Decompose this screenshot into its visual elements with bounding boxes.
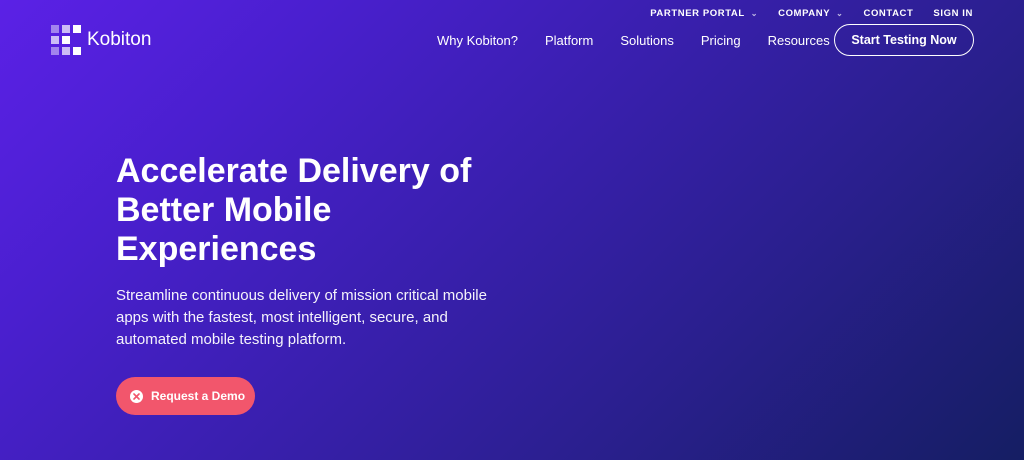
company-label: COMPANY [778,8,831,19]
nav-platform[interactable]: Platform [545,33,593,48]
main-nav: Why Kobiton? Platform Solutions Pricing … [437,33,830,48]
request-demo-button[interactable]: Request a Demo [116,377,255,415]
chevron-down-icon: ⌄ [750,9,759,18]
partner-portal-link[interactable]: PARTNER PORTAL ⌄ [650,8,758,19]
brand-name: Kobiton [87,29,152,50]
hero-subtitle-line: apps with the fastest, most intelligent,… [116,309,448,326]
contact-label: CONTACT [863,8,914,19]
partner-portal-label: PARTNER PORTAL [650,8,745,19]
nav-pricing[interactable]: Pricing [701,33,741,48]
hero-title-line: Experiences [116,230,317,268]
company-link[interactable]: COMPANY ⌄ [778,8,843,19]
hero-subtitle-line: automated mobile testing platform. [116,331,347,348]
kobiton-logo-icon [51,25,81,55]
nav-why-kobiton[interactable]: Why Kobiton? [437,33,518,48]
hero-subtitle: Streamline continuous delivery of missio… [116,285,516,351]
hero-title: Accelerate Delivery of Better Mobile Exp… [116,152,536,269]
chevron-down-icon: ⌄ [836,9,844,18]
close-icon [130,389,143,403]
sign-in-label: SIGN IN [933,8,973,19]
nav-resources[interactable]: Resources [768,33,830,48]
hero-subtitle-line: Streamline continuous delivery of missio… [116,287,487,304]
contact-link[interactable]: CONTACT [863,8,913,19]
hero-title-line: Accelerate Delivery of [116,152,472,190]
sign-in-link[interactable]: SIGN IN [933,8,973,19]
nav-solutions[interactable]: Solutions [620,33,673,48]
hero-title-line: Better Mobile [116,191,332,229]
request-demo-label: Request a Demo [151,389,246,403]
start-testing-button[interactable]: Start Testing Now [834,24,974,56]
start-testing-label: Start Testing Now [851,33,957,47]
brand-logo[interactable]: Kobiton [51,25,151,55]
utility-nav: PARTNER PORTAL ⌄ COMPANY ⌄ CONTACT SIGN … [650,8,973,19]
